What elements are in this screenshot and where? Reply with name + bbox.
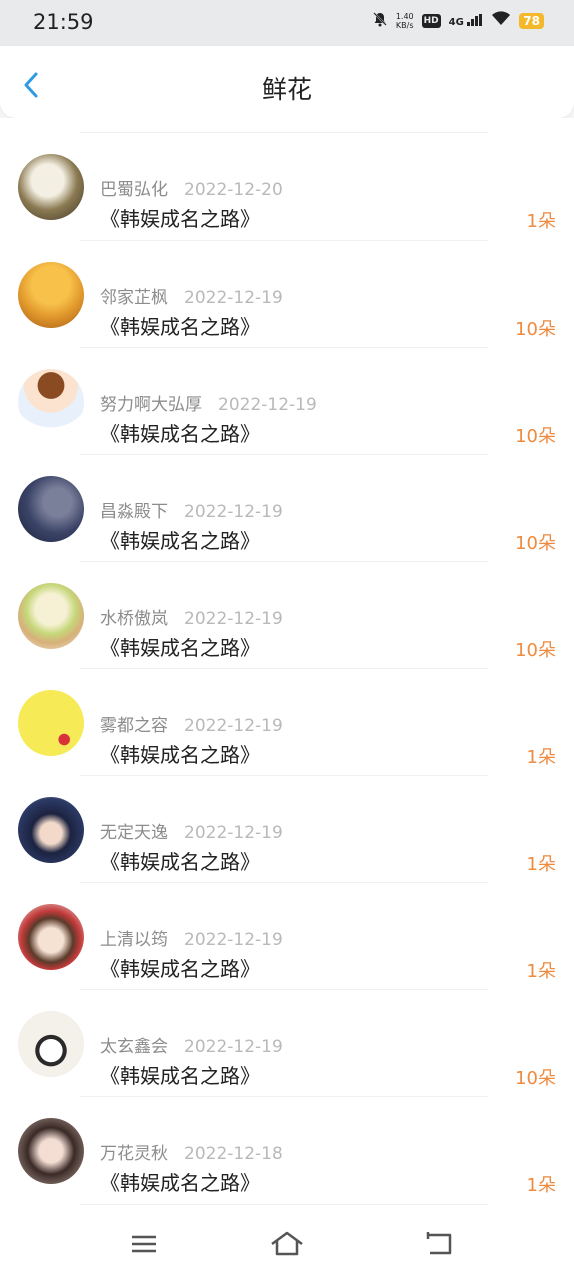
net-speed-value: 1.40 <box>395 11 414 21</box>
book-title[interactable]: 《韩娱成名之路》 <box>100 632 260 661</box>
flower-count: 10朵 <box>515 426 556 447</box>
user-name[interactable]: 无定天逸 <box>100 823 168 843</box>
flower-count: 10朵 <box>515 533 556 554</box>
home-icon <box>271 1231 303 1256</box>
mute-bell-icon <box>372 11 388 30</box>
user-name-row: 巴蜀弘化 2022-12-20 <box>100 175 283 200</box>
header: 鲜花 <box>0 46 574 118</box>
system-nav-bar <box>0 1206 574 1280</box>
date: 2022-12-19 <box>184 609 283 629</box>
list-item[interactable]: 昌淼殿下 2022-12-19 《韩娱成名之路》 10朵 <box>0 455 574 562</box>
flower-count: 1朵 <box>526 961 556 982</box>
avatar[interactable] <box>18 154 84 220</box>
date: 2022-12-19 <box>184 823 283 843</box>
user-name-row: 昌淼殿下 2022-12-19 <box>100 497 283 522</box>
flower-list: 巴蜀弘化 2022-12-20 《韩娱成名之路》 1朵 邻家芷枫 2022-12-1… <box>0 118 574 1206</box>
status-icons: 1.40 KB/s HD 4G 78 <box>372 11 544 30</box>
book-title[interactable]: 《韩娱成名之路》 <box>100 1167 260 1196</box>
avatar[interactable] <box>18 1118 84 1184</box>
status-bar: 21:59 1.40 KB/s HD 4G 78 <box>0 0 574 46</box>
book-title[interactable]: 《韩娱成名之路》 <box>100 739 260 768</box>
user-name-row: 雾都之容 2022-12-19 <box>100 711 283 736</box>
user-name[interactable]: 邻家芷枫 <box>100 288 168 308</box>
date: 2022-12-19 <box>184 288 283 308</box>
user-name[interactable]: 太玄鑫会 <box>100 1037 168 1057</box>
wifi-icon <box>491 11 511 30</box>
home-button[interactable] <box>267 1229 307 1259</box>
user-name[interactable]: 上清以筠 <box>100 930 168 950</box>
date: 2022-12-19 <box>218 395 317 415</box>
user-name[interactable]: 巴蜀弘化 <box>100 180 168 200</box>
user-name[interactable]: 昌淼殿下 <box>100 502 168 522</box>
battery-indicator: 78 <box>519 12 544 29</box>
book-title[interactable]: 《韩娱成名之路》 <box>100 1060 260 1089</box>
date: 2022-12-19 <box>184 1037 283 1057</box>
book-title[interactable]: 《韩娱成名之路》 <box>100 846 260 875</box>
avatar[interactable] <box>18 1011 84 1077</box>
book-title[interactable]: 《韩娱成名之路》 <box>100 203 260 232</box>
status-time: 21:59 <box>33 10 94 34</box>
avatar[interactable] <box>18 476 84 542</box>
user-name-row: 万花灵秋 2022-12-18 <box>100 1139 283 1164</box>
user-name[interactable]: 万花灵秋 <box>100 1144 168 1164</box>
date: 2022-12-19 <box>184 502 283 522</box>
date: 2022-12-19 <box>184 716 283 736</box>
user-name-row: 太玄鑫会 2022-12-19 <box>100 1032 283 1057</box>
net-speed: 1.40 KB/s <box>396 12 414 30</box>
list-item[interactable]: 邻家芷枫 2022-12-19 《韩娱成名之路》 10朵 <box>0 241 574 348</box>
date: 2022-12-19 <box>184 930 283 950</box>
book-title[interactable]: 《韩娱成名之路》 <box>100 525 260 554</box>
flower-count: 10朵 <box>515 319 556 340</box>
date: 2022-12-20 <box>184 180 283 200</box>
list-item[interactable]: 上清以筠 2022-12-19 《韩娱成名之路》 1朵 <box>0 883 574 990</box>
user-name[interactable]: 努力啊大弘厚 <box>100 395 202 415</box>
page-title: 鲜花 <box>261 75 312 104</box>
list-item[interactable]: 万花灵秋 2022-12-18 《韩娱成名之路》 1朵 <box>0 1097 574 1204</box>
signal-icon <box>467 13 483 26</box>
date: 2022-12-18 <box>184 1144 283 1164</box>
hd-badge: HD <box>421 13 441 28</box>
flower-count: 1朵 <box>526 747 556 768</box>
list-item[interactable]: 太玄鑫会 2022-12-19 《韩娱成名之路》 10朵 <box>0 990 574 1097</box>
return-icon <box>426 1232 452 1255</box>
list-item[interactable]: 巴蜀弘化 2022-12-20 《韩娱成名之路》 1朵 <box>0 133 574 240</box>
avatar[interactable] <box>18 262 84 328</box>
user-name-row: 水桥傲岚 2022-12-19 <box>100 604 283 629</box>
list-item[interactable]: 无定天逸 2022-12-19 《韩娱成名之路》 1朵 <box>0 776 574 883</box>
net-speed-unit: KB/s <box>395 20 414 30</box>
list-item[interactable]: 水桥傲岚 2022-12-19 《韩娱成名之路》 10朵 <box>0 562 574 669</box>
menu-icon <box>132 1235 156 1253</box>
user-name[interactable]: 水桥傲岚 <box>100 609 168 629</box>
flower-count: 1朵 <box>526 854 556 875</box>
return-button[interactable] <box>420 1229 460 1259</box>
book-title[interactable]: 《韩娱成名之路》 <box>100 418 260 447</box>
flower-count: 10朵 <box>515 640 556 661</box>
flower-count: 1朵 <box>526 1175 556 1196</box>
list-item[interactable]: 努力啊大弘厚 2022-12-19 《韩娱成名之路》 10朵 <box>0 348 574 455</box>
book-title[interactable]: 《韩娱成名之路》 <box>100 953 260 982</box>
user-name-row: 上清以筠 2022-12-19 <box>100 925 283 950</box>
avatar[interactable] <box>18 904 84 970</box>
avatar[interactable] <box>18 583 84 649</box>
user-name[interactable]: 雾都之容 <box>100 716 168 736</box>
network-type: 4G <box>448 13 484 28</box>
user-name-row: 无定天逸 2022-12-19 <box>100 818 283 843</box>
network-label: 4G <box>448 16 464 28</box>
avatar[interactable] <box>18 369 84 435</box>
divider <box>80 1204 488 1205</box>
avatar[interactable] <box>18 690 84 756</box>
menu-button[interactable] <box>124 1229 164 1259</box>
user-name-row: 邻家芷枫 2022-12-19 <box>100 283 283 308</box>
user-name-row: 努力啊大弘厚 2022-12-19 <box>100 390 317 415</box>
book-title[interactable]: 《韩娱成名之路》 <box>100 311 260 340</box>
flower-count: 10朵 <box>515 1068 556 1089</box>
avatar[interactable] <box>18 797 84 863</box>
list-item[interactable]: 雾都之容 2022-12-19 《韩娱成名之路》 1朵 <box>0 669 574 776</box>
flower-count: 1朵 <box>526 211 556 232</box>
